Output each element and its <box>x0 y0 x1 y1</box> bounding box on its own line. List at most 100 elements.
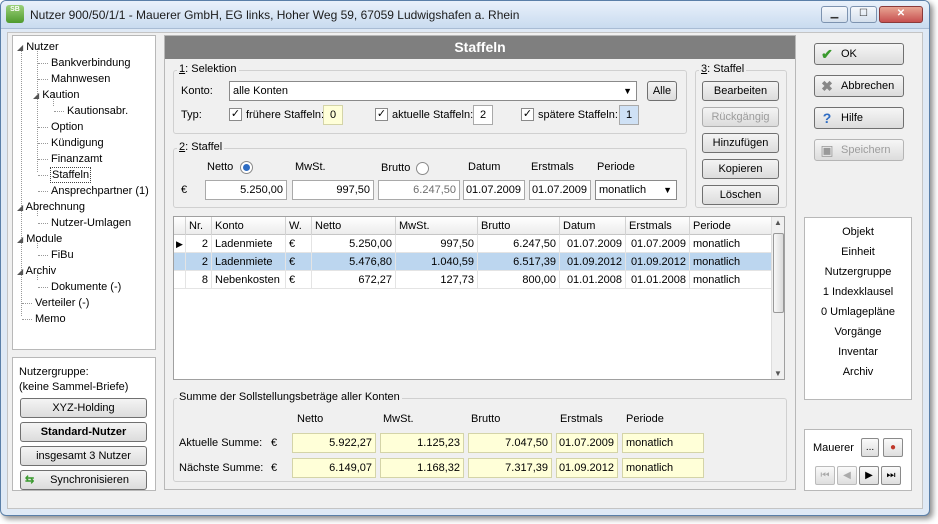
spaetere-label: spätere Staffeln: <box>538 109 618 121</box>
naechste-mwst: 1.168,32 <box>380 458 464 478</box>
last-record-icon[interactable]: ⏭ <box>881 466 901 485</box>
tree-item-ansprechpartner[interactable]: Ansprechpartner (1) <box>51 184 149 198</box>
tree-item-bankverbindung[interactable]: Bankverbindung <box>51 56 131 70</box>
holding-button[interactable]: XYZ-Holding <box>20 398 147 418</box>
tree-item-nutzer-umlagen[interactable]: Nutzer-Umlagen <box>51 216 131 230</box>
info-item-inventar[interactable]: Inventar <box>805 346 911 358</box>
tree-item-finanzamt[interactable]: Finanzamt <box>51 152 102 166</box>
tree-item-fibu[interactable]: FiBu <box>51 248 74 262</box>
abbrechen-button[interactable]: ✖ Abbrechen <box>814 75 904 97</box>
tree-item-nutzer[interactable]: ◢ Nutzer <box>17 40 59 55</box>
info-item-nutzergruppe[interactable]: Nutzergruppe <box>805 266 911 278</box>
nutzergruppe-sub: (keine Sammel-Briefe) <box>19 381 129 393</box>
expand-icon[interactable]: ◢ <box>17 235 23 244</box>
hinzufuegen-button[interactable]: Hinzufügen <box>702 133 779 153</box>
col-konto[interactable]: Konto <box>212 217 286 235</box>
staffeln-panel: Staffeln 1: Selektion Konto: alle Konten… <box>164 35 796 490</box>
tree-item-staffeln[interactable]: Staffeln <box>50 167 92 183</box>
summe-periode-header: Periode <box>626 413 664 425</box>
table-row[interactable]: ▶ 2 Ladenmiete € 5.250,00 997,50 6.247,5… <box>174 235 772 253</box>
first-record-icon[interactable]: ⏮ <box>815 466 835 485</box>
tree-item-dokumente[interactable]: Dokumente (-) <box>51 280 121 294</box>
page-title: Staffeln <box>165 36 795 59</box>
fruehere-count: 0 <box>323 105 343 125</box>
table-scrollbar[interactable]: ▲ ▼ <box>771 217 784 379</box>
cell-w: € <box>286 235 312 253</box>
col-periode[interactable]: Periode <box>690 217 772 235</box>
staffel-edit-title: 2: Staffel <box>177 141 225 153</box>
kopieren-button[interactable]: Kopieren <box>702 159 779 179</box>
brutto-header: Brutto <box>381 162 411 174</box>
bearbeiten-button[interactable]: Bearbeiten <box>702 81 779 101</box>
netto-field[interactable]: 5.250,00 <box>205 180 287 200</box>
tree-item-module[interactable]: ◢ Module <box>17 232 62 247</box>
standard-nutzer-button[interactable]: Standard-Nutzer <box>20 422 147 442</box>
col-mwst[interactable]: MwSt. <box>396 217 478 235</box>
col-w[interactable]: W. <box>286 217 312 235</box>
info-item-objekt[interactable]: Objekt <box>805 226 911 238</box>
aktuelle-brutto: 7.047,50 <box>468 433 552 453</box>
info-item-vorgaenge[interactable]: Vorgänge <box>805 326 911 338</box>
cell-netto: 5.476,80 <box>312 253 396 271</box>
tree-item-mahnwesen[interactable]: Mahnwesen <box>51 72 110 86</box>
close-button[interactable]: ✕ <box>879 6 923 23</box>
users-icon[interactable]: ● <box>883 438 903 457</box>
col-brutto[interactable]: Brutto <box>478 217 560 235</box>
tree-item-archiv[interactable]: ◢ Archiv <box>17 264 56 279</box>
scroll-up-icon[interactable]: ▲ <box>774 218 782 227</box>
mwst-field[interactable]: 997,50 <box>292 180 374 200</box>
cell-brutto: 800,00 <box>478 271 560 289</box>
next-record-icon[interactable]: ▶ <box>859 466 879 485</box>
rueckgaengig-button[interactable]: Rückgängig <box>702 107 779 127</box>
spaetere-checkbox[interactable]: ✓ <box>521 108 534 121</box>
tree-item-kaution[interactable]: ◢ Kaution <box>33 88 80 103</box>
speichern-button[interactable]: ▣ Speichern <box>814 139 904 161</box>
brutto-radio[interactable] <box>416 162 429 175</box>
expand-icon[interactable]: ◢ <box>17 267 23 276</box>
cell-datum: 01.09.2012 <box>560 253 626 271</box>
staffeln-table[interactable]: Nr. Konto W. Netto MwSt. Brutto Datum Er… <box>173 216 785 380</box>
tree-item-abrechnung[interactable]: ◢ Abrechnung <box>17 200 85 215</box>
aktuelle-checkbox[interactable]: ✓ <box>375 108 388 121</box>
ok-button[interactable]: ✔ OK <box>814 43 904 65</box>
col-erstmals[interactable]: Erstmals <box>626 217 690 235</box>
info-item-archiv[interactable]: Archiv <box>805 366 911 378</box>
maximize-button[interactable]: ☐ <box>850 6 877 23</box>
expand-icon[interactable]: ◢ <box>17 203 23 212</box>
table-row[interactable]: 2 Ladenmiete € 5.476,80 1.040,59 6.517,3… <box>174 253 772 271</box>
fruehere-checkbox[interactable]: ✓ <box>229 108 242 121</box>
scrollbar-thumb[interactable] <box>773 233 784 313</box>
tree-item-kuendigung[interactable]: Kündigung <box>51 136 104 150</box>
konto-select[interactable]: alle Konten ▼ <box>229 81 637 101</box>
minimize-button[interactable]: ▁ <box>821 6 848 23</box>
erstmals-field[interactable]: 01.07.2009 <box>529 180 591 200</box>
prev-record-icon[interactable]: ◀ <box>837 466 857 485</box>
alle-button[interactable]: Alle <box>647 81 677 101</box>
table-row[interactable]: 8 Nebenkosten € 672,27 127,73 800,00 01.… <box>174 271 772 289</box>
tree-item-option[interactable]: Option <box>51 120 83 134</box>
info-item-einheit[interactable]: Einheit <box>805 246 911 258</box>
info-item-indexklausel[interactable]: 1 Indexklausel <box>805 286 911 298</box>
col-datum[interactable]: Datum <box>560 217 626 235</box>
synchronisieren-button[interactable]: ⇆ Synchronisieren <box>20 470 147 490</box>
currency-label: € <box>181 184 188 196</box>
col-netto[interactable]: Netto <box>312 217 396 235</box>
title-bar[interactable]: SB Nutzer 900/50/1/1 - Mauerer GmbH, EG … <box>1 1 929 29</box>
tree-item-memo[interactable]: Memo <box>35 312 66 326</box>
periode-select[interactable]: monatlich ▼ <box>595 180 677 200</box>
datum-field[interactable]: 01.07.2009 <box>463 180 525 200</box>
hilfe-button[interactable]: ? Hilfe <box>814 107 904 129</box>
expand-icon[interactable]: ◢ <box>33 91 39 100</box>
loeschen-button[interactable]: Löschen <box>702 185 779 205</box>
nutzer-count-button[interactable]: insgesamt 3 Nutzer <box>20 446 147 466</box>
info-item-umlageplaene[interactable]: 0 Umlagepläne <box>805 306 911 318</box>
expand-icon[interactable]: ◢ <box>17 43 23 52</box>
tree-item-kautionsabr[interactable]: Kautionsabr. <box>67 104 128 118</box>
spaetere-count: 1 <box>619 105 639 125</box>
col-nr[interactable]: Nr. <box>186 217 212 235</box>
tree-item-verteiler[interactable]: Verteiler (-) <box>35 296 89 310</box>
more-button[interactable]: ... <box>861 438 879 457</box>
netto-radio[interactable] <box>240 161 253 174</box>
cell-nr: 2 <box>186 253 212 271</box>
scroll-down-icon[interactable]: ▼ <box>774 369 782 378</box>
